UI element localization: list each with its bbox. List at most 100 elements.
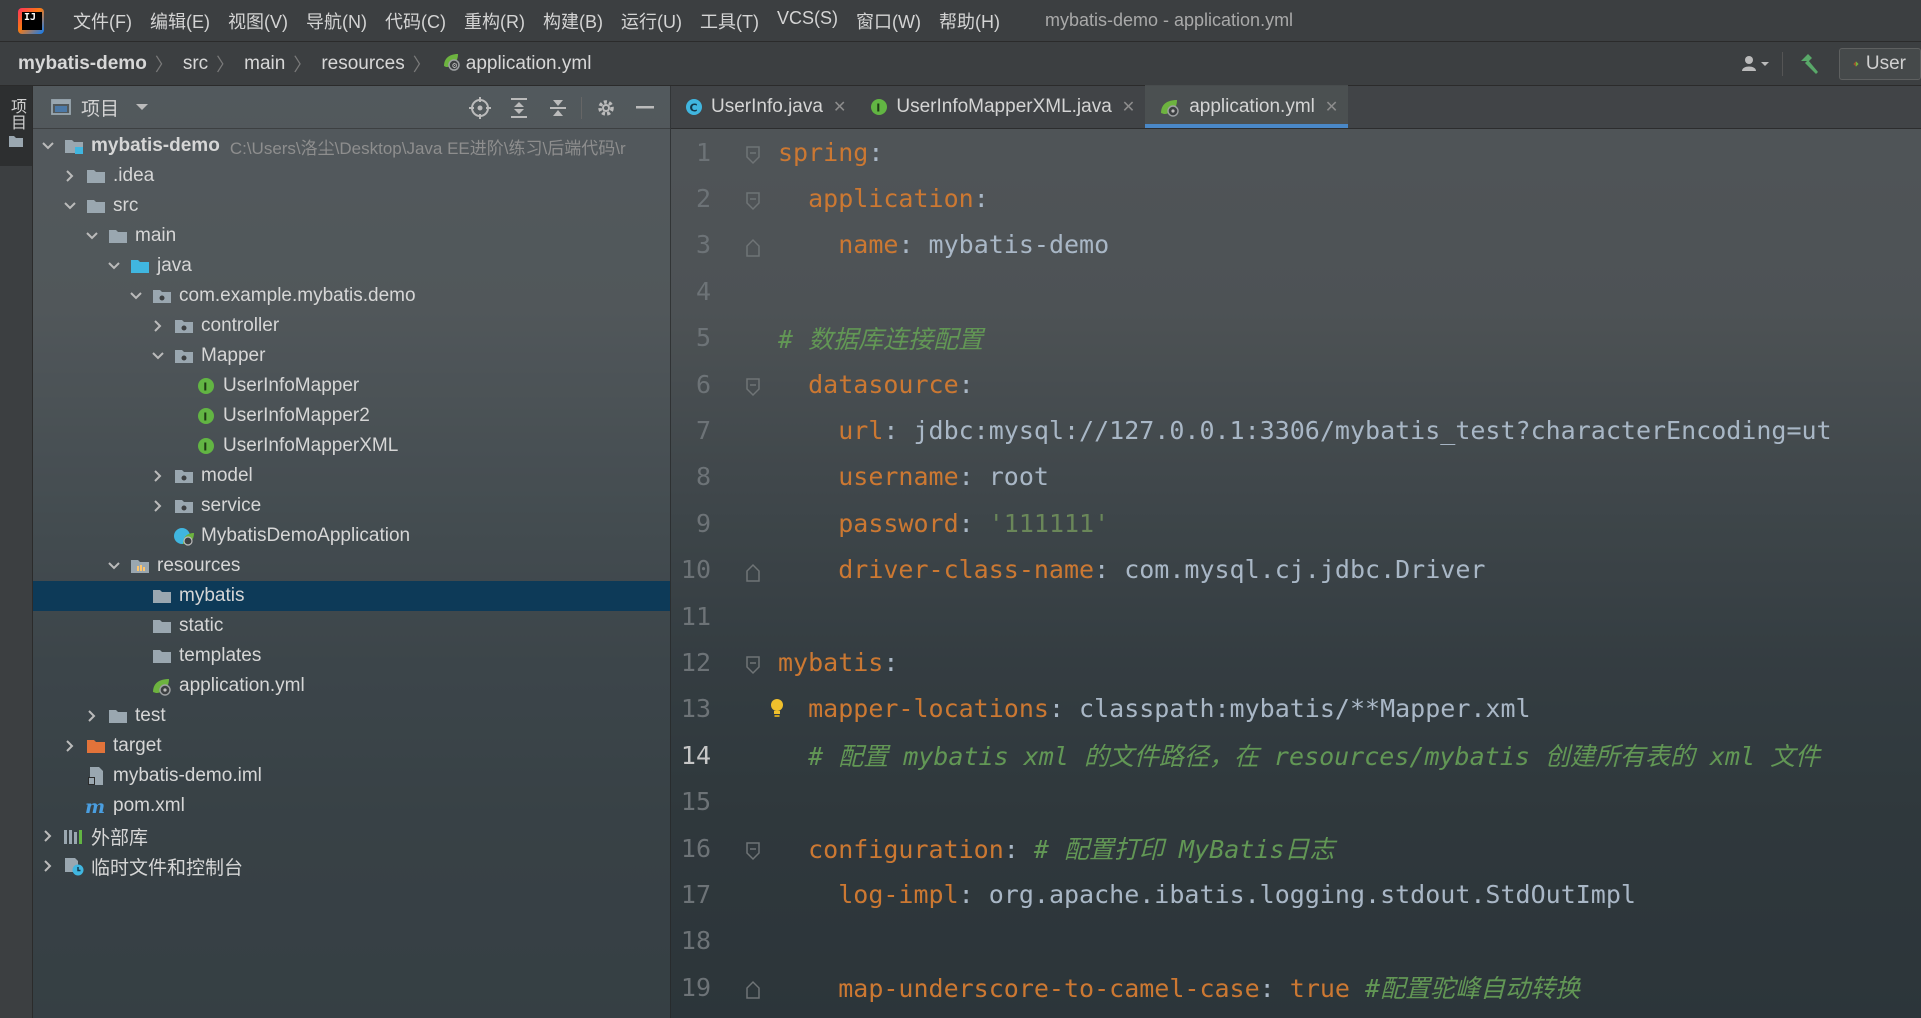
code-line[interactable]: 18 xyxy=(671,918,1921,964)
chevron-down-icon[interactable] xyxy=(135,102,149,112)
code-line[interactable]: 15 xyxy=(671,778,1921,824)
chevron-down-icon[interactable] xyxy=(63,201,77,211)
tree-chevron[interactable] xyxy=(57,201,83,211)
tree-chevron[interactable] xyxy=(35,829,61,843)
code-line[interactable]: 5 # 数据库连接配置 xyxy=(671,315,1921,361)
tree-item[interactable]: model xyxy=(33,461,670,491)
breadcrumb-file[interactable]: ⚙ application.yml xyxy=(431,51,600,77)
breadcrumb-main[interactable]: main xyxy=(234,53,293,75)
code-line[interactable]: 1 spring: xyxy=(671,129,1921,175)
code-editor[interactable]: 1 spring: 2 application: 3 name: mybatis-de… xyxy=(671,129,1921,1010)
tree-item[interactable]: mybatis-demo C:\Users\洛尘\Desktop\Java EE进… xyxy=(33,131,670,161)
fold-start-icon[interactable] xyxy=(745,374,761,403)
editor-tab[interactable]: C UserInfo.java ✕ xyxy=(671,85,856,128)
menu-item-8[interactable]: 工具(T) xyxy=(691,8,768,34)
chevron-down-icon[interactable] xyxy=(151,351,165,361)
code-line[interactable]: 3 name: mybatis-demo xyxy=(671,222,1921,268)
tree-chevron[interactable] xyxy=(123,291,149,301)
fold-end-icon[interactable] xyxy=(745,235,761,264)
tree-item[interactable]: I UserInfoMapper2 xyxy=(33,401,670,431)
build-button[interactable] xyxy=(1789,48,1829,80)
collapse-all-button[interactable] xyxy=(538,93,577,123)
tree-chevron[interactable] xyxy=(145,351,171,361)
tree-item[interactable]: controller xyxy=(33,311,670,341)
chevron-right-icon[interactable] xyxy=(65,739,75,753)
tree-item[interactable]: .idea xyxy=(33,161,670,191)
code-line[interactable]: 14 # 配置 mybatis xml 的文件路径，在 resources/my… xyxy=(671,732,1921,778)
tree-item[interactable]: I UserInfoMapper xyxy=(33,371,670,401)
lightbulb-icon[interactable] xyxy=(769,696,785,726)
tree-item[interactable]: 临时文件和控制台 xyxy=(33,851,670,881)
menu-item-6[interactable]: 构建(B) xyxy=(534,8,612,34)
chevron-down-icon[interactable] xyxy=(129,291,143,301)
close-icon[interactable]: ✕ xyxy=(1325,97,1338,117)
chevron-right-icon[interactable] xyxy=(153,499,163,513)
tree-item[interactable]: 外部库 xyxy=(33,821,670,851)
code-line[interactable]: 13 mapper-locations: classpath:mybatis/*… xyxy=(671,686,1921,732)
tree-chevron[interactable] xyxy=(57,169,83,183)
breadcrumb-project[interactable]: mybatis-demo xyxy=(0,53,155,75)
tree-item[interactable]: application.yml xyxy=(33,671,670,701)
tree-chevron[interactable] xyxy=(35,859,61,873)
code-line[interactable]: 10 driver-class-name: com.mysql.cj.jdbc.… xyxy=(671,547,1921,593)
chevron-down-icon[interactable] xyxy=(85,231,99,241)
close-icon[interactable]: ✕ xyxy=(833,97,846,117)
tree-item[interactable]: I UserInfoMapperXML xyxy=(33,431,670,461)
chevron-down-icon[interactable] xyxy=(107,261,121,271)
project-tool-tab[interactable]: 项目 xyxy=(0,86,32,166)
tree-chevron[interactable] xyxy=(101,261,127,271)
menu-item-2[interactable]: 视图(V) xyxy=(219,8,297,34)
editor-tab[interactable]: application.yml ✕ xyxy=(1145,85,1349,128)
chevron-down-icon[interactable] xyxy=(41,141,55,151)
select-opened-file-button[interactable] xyxy=(460,93,499,123)
tree-item[interactable]: static xyxy=(33,611,670,641)
menu-item-1[interactable]: 编辑(E) xyxy=(141,8,219,34)
code-line[interactable]: 17 log-impl: org.apache.ibatis.logging.s… xyxy=(671,871,1921,917)
account-button[interactable] xyxy=(1736,48,1776,80)
menu-item-9[interactable]: VCS(S) xyxy=(768,8,847,34)
fold-end-icon[interactable] xyxy=(745,560,761,589)
tree-item[interactable]: target xyxy=(33,731,670,761)
chevron-right-icon[interactable] xyxy=(65,169,75,183)
hide-panel-button[interactable] xyxy=(625,93,664,123)
editor-tab[interactable]: I UserInfoMapperXML.java ✕ xyxy=(856,85,1145,128)
code-line[interactable]: 6 datasource: xyxy=(671,361,1921,407)
tree-chevron[interactable] xyxy=(145,319,171,333)
tree-chevron[interactable] xyxy=(35,141,61,151)
code-line[interactable]: 8 username: root xyxy=(671,454,1921,500)
menu-item-3[interactable]: 导航(N) xyxy=(297,8,376,34)
fold-end-icon[interactable] xyxy=(745,977,761,1006)
tree-item[interactable]: com.example.mybatis.demo xyxy=(33,281,670,311)
tree-item[interactable]: mybatis xyxy=(33,581,670,611)
code-line[interactable]: 4 xyxy=(671,268,1921,314)
fold-start-icon[interactable] xyxy=(745,838,761,867)
menu-item-11[interactable]: 帮助(H) xyxy=(930,8,1009,34)
fold-start-icon[interactable] xyxy=(745,142,761,171)
breadcrumb-src[interactable]: src xyxy=(173,53,216,75)
tree-item[interactable]: Mapper xyxy=(33,341,670,371)
tree-chevron[interactable] xyxy=(101,561,127,571)
chevron-right-icon[interactable] xyxy=(43,859,53,873)
tree-chevron[interactable] xyxy=(79,231,105,241)
chevron-down-icon[interactable] xyxy=(107,561,121,571)
menu-item-0[interactable]: 文件(F) xyxy=(64,8,141,34)
menu-item-5[interactable]: 重构(R) xyxy=(455,8,534,34)
chevron-right-icon[interactable] xyxy=(153,469,163,483)
close-icon[interactable]: ✕ xyxy=(1122,97,1135,117)
code-line[interactable]: 9 password: '111111' xyxy=(671,500,1921,546)
project-view-selector[interactable]: 项目 xyxy=(81,94,119,121)
fold-start-icon[interactable] xyxy=(745,652,761,681)
chevron-right-icon[interactable] xyxy=(153,319,163,333)
chevron-right-icon[interactable] xyxy=(87,709,97,723)
code-line[interactable]: 7 url: jdbc:mysql://127.0.0.1:3306/mybat… xyxy=(671,407,1921,453)
tree-item[interactable]: java xyxy=(33,251,670,281)
tree-chevron[interactable] xyxy=(145,499,171,513)
fold-start-icon[interactable] xyxy=(745,188,761,217)
menu-item-4[interactable]: 代码(C) xyxy=(376,8,455,34)
settings-button[interactable] xyxy=(586,93,625,123)
tree-item[interactable]: test xyxy=(33,701,670,731)
tree-item[interactable]: m pom.xml xyxy=(33,791,670,821)
tree-item[interactable]: MybatisDemoApplication xyxy=(33,521,670,551)
code-line[interactable]: 11 xyxy=(671,593,1921,639)
code-line[interactable]: 2 application: xyxy=(671,175,1921,221)
